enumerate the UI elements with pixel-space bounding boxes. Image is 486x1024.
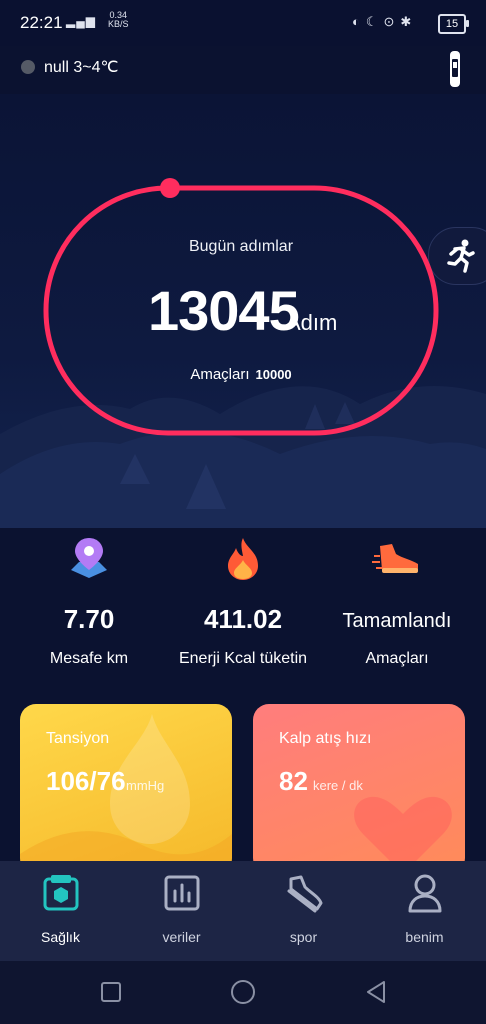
steps-unit: Adım xyxy=(286,310,338,335)
home-icon[interactable] xyxy=(229,978,257,1006)
steps-count: 13045 xyxy=(148,279,300,342)
blood-pressure-value: 106/76 xyxy=(46,766,126,796)
location-pin-icon xyxy=(71,538,107,578)
health-scale-icon xyxy=(43,875,79,911)
steps-goal: Amaçları 10000 xyxy=(40,366,442,383)
shoe-icon xyxy=(287,875,323,913)
status-time: 22:21 xyxy=(20,13,63,32)
energy-label: Enerji Kcal tüketin xyxy=(178,650,308,667)
signal-icon: ▂▄▆ xyxy=(66,14,96,28)
tab-data[interactable]: veriler xyxy=(121,861,242,961)
network-speed: 0.34 KB/S xyxy=(108,10,129,29)
energy-value: 411.02 xyxy=(203,604,283,634)
stats-row: 7.70 Mesafe km 411.02 Enerji Kcal tüketi… xyxy=(0,528,486,698)
back-icon[interactable] xyxy=(364,980,388,1004)
tab-profile-label: benim xyxy=(405,929,444,945)
weather-bar: null 3~4℃ xyxy=(0,46,486,95)
blood-pressure-title: Tansiyon xyxy=(46,730,110,747)
goal-value: 10000 xyxy=(255,367,292,382)
heart-rate-value: 82 xyxy=(279,766,308,796)
tab-health[interactable]: Sağlık xyxy=(0,861,121,961)
flame-icon xyxy=(228,538,258,580)
tab-sport[interactable]: spor xyxy=(243,861,364,961)
distance-value: 7.70 xyxy=(63,604,115,634)
heart-rate-card[interactable]: Kalp atış hızı 82 kere / dk xyxy=(253,704,465,874)
smart-band-icon[interactable] xyxy=(447,50,463,88)
goal-status-label: Amaçları xyxy=(365,650,429,667)
distance-label: Mesafe km xyxy=(49,650,129,667)
goal-label: Amaçları xyxy=(190,366,250,383)
blood-pressure-card[interactable]: Tansiyon 106/76 mmHg xyxy=(20,704,232,874)
heart-rate-title: Kalp atış hızı xyxy=(279,730,372,747)
bottom-tab-bar: Sağlık veriler spor benim xyxy=(0,861,486,961)
status-icons: ◐☾⊙✱ xyxy=(352,14,418,29)
weather-text: null 3~4℃ xyxy=(44,59,119,76)
battery-icon: 15 xyxy=(438,14,469,34)
system-nav-bar xyxy=(0,961,486,1024)
steps-title: Bugün adımlar xyxy=(188,238,294,255)
chart-icon xyxy=(164,875,200,911)
status-bar: 22:21 ▂▄▆ 0.34 KB/S ◐☾⊙✱ 15 xyxy=(0,0,486,46)
goal-status-value: Tamamlandı xyxy=(342,610,452,632)
tab-data-label: veriler xyxy=(162,929,201,945)
tab-profile[interactable]: benim xyxy=(364,861,485,961)
heart-rate-unit: kere / dk xyxy=(313,778,363,793)
recent-apps-icon[interactable] xyxy=(100,981,122,1003)
running-man-icon xyxy=(447,239,475,273)
tab-sport-label: spor xyxy=(289,929,318,945)
person-icon xyxy=(408,874,442,913)
running-shoe-icon xyxy=(372,544,418,573)
blood-pressure-unit: mmHg xyxy=(126,778,165,793)
weather-icon xyxy=(21,60,35,74)
tab-health-label: Sağlık xyxy=(41,929,80,945)
progress-knob xyxy=(160,178,180,198)
